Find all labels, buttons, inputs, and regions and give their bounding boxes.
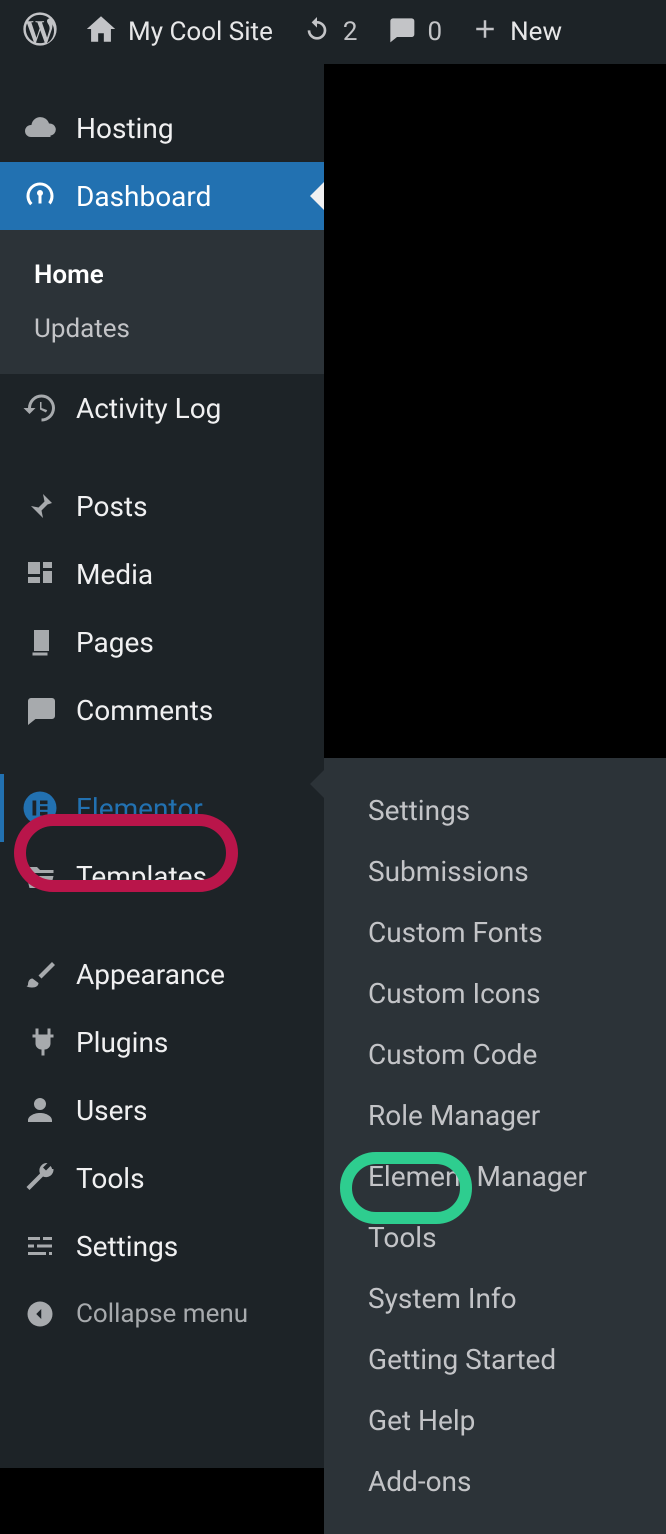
sidebar-item-hosting[interactable]: Hosting — [0, 94, 324, 162]
user-icon — [20, 1090, 60, 1130]
wrench-icon — [20, 1158, 60, 1198]
sidebar-item-activity-log[interactable]: Activity Log — [0, 374, 324, 442]
sidebar-item-media[interactable]: Media — [0, 540, 324, 608]
sidebar-item-label: Dashboard — [76, 180, 211, 213]
cloud-icon — [20, 108, 60, 148]
sidebar-item-dashboard[interactable]: Dashboard — [0, 162, 324, 230]
comments-button[interactable]: 0 — [371, 0, 456, 64]
sidebar-item-label: Settings — [76, 1230, 178, 1263]
flyout-item-custom-fonts[interactable]: Custom Fonts — [324, 902, 666, 963]
sidebar-item-label: Tools — [76, 1162, 145, 1195]
sliders-icon — [20, 1226, 60, 1266]
comment-icon — [385, 13, 417, 52]
flyout-item-submissions[interactable]: Submissions — [324, 841, 666, 902]
sidebar-item-label: Hosting — [76, 112, 174, 145]
site-name-label: My Cool Site — [128, 17, 273, 47]
plus-icon — [470, 14, 500, 51]
sidebar-item-label: Users — [76, 1094, 147, 1127]
site-home-button[interactable]: My Cool Site — [70, 0, 287, 64]
submenu-item-updates[interactable]: Updates — [0, 302, 324, 356]
admin-sidebar: Hosting Dashboard Home Updates Activity … — [0, 64, 324, 1468]
sidebar-item-posts[interactable]: Posts — [0, 472, 324, 540]
flyout-item-getting-started[interactable]: Getting Started — [324, 1329, 666, 1390]
sidebar-item-label: Templates — [76, 860, 207, 893]
flyout-item-custom-icons[interactable]: Custom Icons — [324, 963, 666, 1024]
pages-icon — [20, 622, 60, 662]
sidebar-item-label: Pages — [76, 626, 154, 659]
flyout-item-custom-code[interactable]: Custom Code — [324, 1024, 666, 1085]
new-label: New — [510, 17, 562, 47]
submenu-item-home[interactable]: Home — [0, 248, 324, 302]
wordpress-logo-button[interactable] — [0, 0, 70, 64]
sidebar-item-comments[interactable]: Comments — [0, 676, 324, 744]
wordpress-icon — [20, 9, 60, 56]
elementor-icon — [20, 788, 60, 828]
comments-count: 0 — [427, 17, 442, 47]
sidebar-item-label: Media — [76, 558, 153, 591]
sidebar-item-users[interactable]: Users — [0, 1076, 324, 1144]
history-icon — [20, 388, 60, 428]
flyout-item-get-help[interactable]: Get Help — [324, 1390, 666, 1451]
collapse-menu-button[interactable]: Collapse menu — [0, 1280, 324, 1348]
flyout-item-settings[interactable]: Settings — [324, 780, 666, 841]
sidebar-item-pages[interactable]: Pages — [0, 608, 324, 676]
media-icon — [20, 554, 60, 594]
folder-icon — [20, 856, 60, 896]
flyout-pointer-arrow — [310, 770, 324, 798]
flyout-item-tools[interactable]: Tools — [324, 1207, 666, 1268]
elementor-flyout-submenu: Settings Submissions Custom Fonts Custom… — [324, 758, 666, 1534]
sidebar-item-label: Appearance — [76, 958, 225, 991]
sidebar-item-elementor[interactable]: Elementor — [0, 774, 324, 842]
flyout-item-element-manager[interactable]: Element Manager — [324, 1146, 666, 1207]
sidebar-item-label: Plugins — [76, 1026, 168, 1059]
refresh-icon — [301, 13, 333, 52]
dashboard-icon — [20, 176, 60, 216]
new-content-button[interactable]: New — [456, 0, 576, 64]
collapse-arrow-icon — [20, 1294, 60, 1334]
sidebar-item-plugins[interactable]: Plugins — [0, 1008, 324, 1076]
flyout-item-role-manager[interactable]: Role Manager — [324, 1085, 666, 1146]
updates-button[interactable]: 2 — [287, 0, 372, 64]
sidebar-item-templates[interactable]: Templates — [0, 842, 324, 910]
sidebar-item-label: Elementor — [76, 792, 203, 825]
updates-count: 2 — [343, 17, 358, 47]
paintbrush-icon — [20, 954, 60, 994]
active-indicator-arrow — [310, 182, 324, 210]
flyout-item-system-info[interactable]: System Info — [324, 1268, 666, 1329]
plug-icon — [20, 1022, 60, 1062]
sidebar-item-settings[interactable]: Settings — [0, 1212, 324, 1280]
comment-icon — [20, 690, 60, 730]
sidebar-item-label: Comments — [76, 694, 213, 727]
pin-icon — [20, 486, 60, 526]
sidebar-item-label: Posts — [76, 490, 148, 523]
home-icon — [84, 12, 118, 53]
sidebar-item-tools[interactable]: Tools — [0, 1144, 324, 1212]
collapse-label: Collapse menu — [76, 1299, 248, 1329]
flyout-item-addons[interactable]: Add-ons — [324, 1451, 666, 1512]
dashboard-submenu: Home Updates — [0, 230, 324, 374]
admin-toolbar: My Cool Site 2 0 New — [0, 0, 666, 64]
sidebar-item-appearance[interactable]: Appearance — [0, 940, 324, 1008]
sidebar-item-label: Activity Log — [76, 392, 221, 425]
